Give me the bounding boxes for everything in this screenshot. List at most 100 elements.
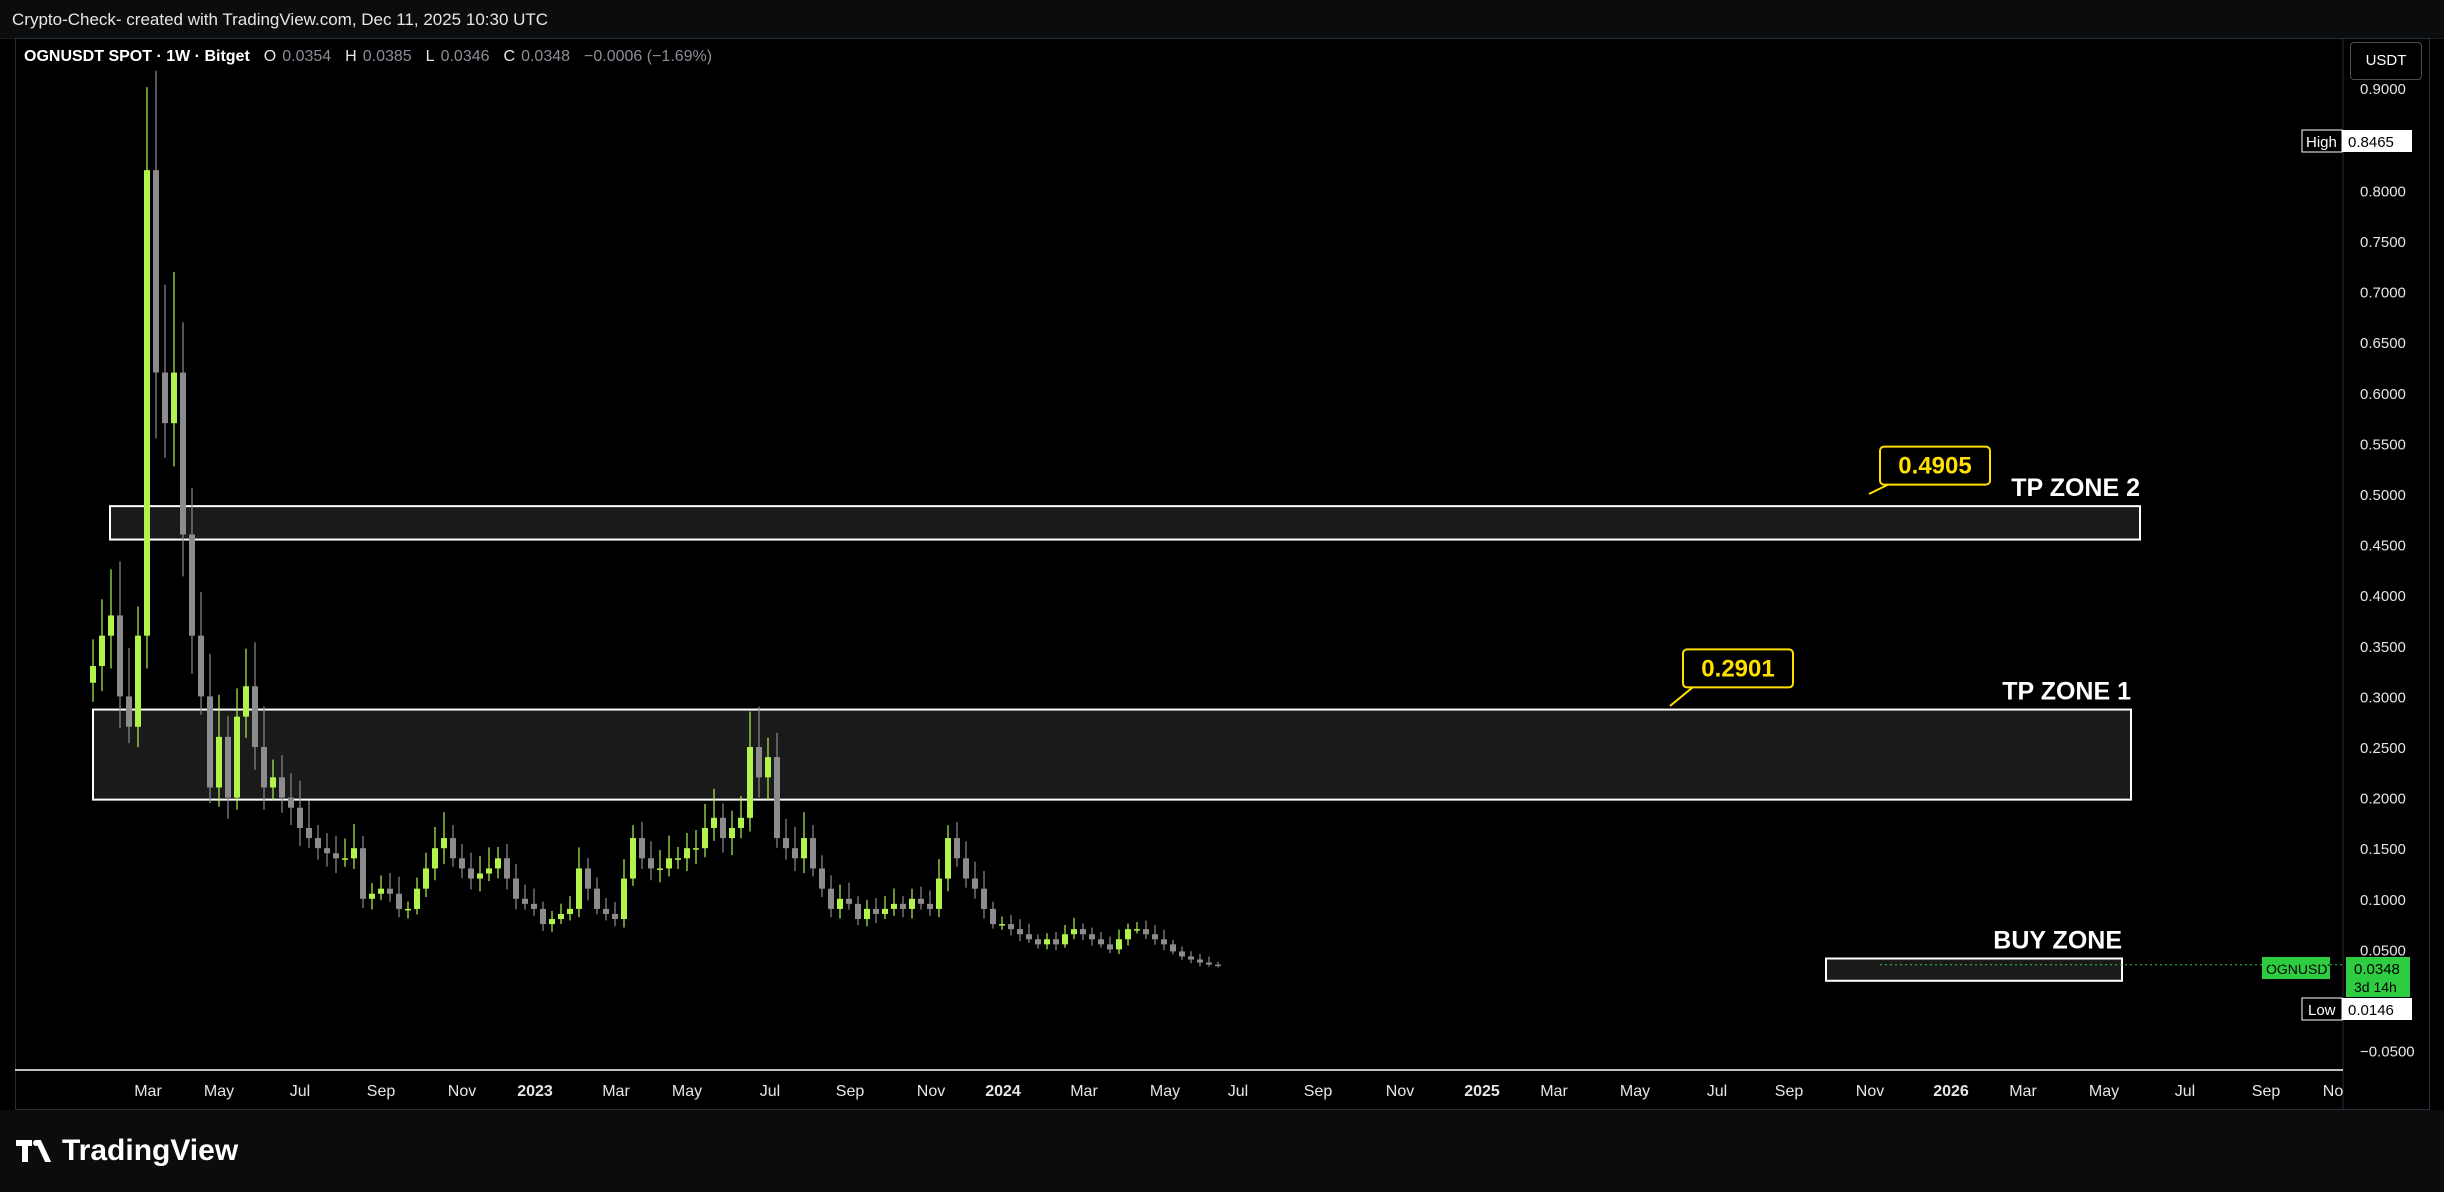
candle-down[interactable]	[1179, 951, 1185, 957]
candle-down[interactable]	[450, 838, 456, 859]
candle-down[interactable]	[279, 777, 285, 798]
candle-down[interactable]	[117, 615, 123, 697]
candle-down[interactable]	[1107, 944, 1113, 950]
candle-down[interactable]	[783, 838, 789, 849]
candle-down[interactable]	[981, 888, 987, 909]
candle-down[interactable]	[333, 853, 339, 859]
candle-up[interactable]	[738, 817, 744, 828]
candle-down[interactable]	[1170, 944, 1176, 952]
candle-down[interactable]	[1053, 939, 1059, 945]
candle-down[interactable]	[756, 747, 762, 778]
candle-down[interactable]	[585, 868, 591, 889]
candle-up[interactable]	[378, 888, 384, 894]
candle-down[interactable]	[828, 888, 834, 909]
candle-down[interactable]	[972, 878, 978, 889]
candle-up[interactable]	[549, 919, 555, 925]
candle-up[interactable]	[351, 848, 357, 859]
tradingview-logo[interactable]: TradingView	[16, 1134, 238, 1168]
candle-down[interactable]	[198, 635, 204, 697]
candle-down[interactable]	[810, 838, 816, 869]
candle-up[interactable]	[414, 888, 420, 909]
candle-up[interactable]	[891, 903, 897, 909]
candle-up[interactable]	[675, 858, 681, 860]
candle-up[interactable]	[801, 838, 807, 859]
candle-down[interactable]	[648, 858, 654, 869]
candle-up[interactable]	[945, 838, 951, 879]
candle-down[interactable]	[531, 903, 537, 909]
candle-down[interactable]	[324, 848, 330, 854]
candle-down[interactable]	[1080, 929, 1086, 935]
candle-up[interactable]	[135, 635, 141, 727]
currency-selector[interactable]: USDT	[2350, 42, 2422, 80]
candle-down[interactable]	[207, 696, 213, 788]
candle-down[interactable]	[387, 888, 393, 894]
candle-down[interactable]	[1197, 959, 1203, 963]
zone-rect[interactable]	[92, 708, 2132, 801]
candle-up[interactable]	[369, 893, 375, 899]
candle-down[interactable]	[1215, 964, 1221, 967]
candle-down[interactable]	[1143, 929, 1149, 935]
candle-up[interactable]	[1062, 934, 1068, 945]
candle-up[interactable]	[711, 817, 717, 828]
candle-down[interactable]	[963, 858, 969, 879]
candle-up[interactable]	[432, 848, 438, 869]
candle-down[interactable]	[1206, 962, 1212, 965]
candle-down[interactable]	[297, 807, 303, 828]
candle-down[interactable]	[819, 868, 825, 889]
candle-down[interactable]	[954, 838, 960, 859]
candle-down[interactable]	[603, 908, 609, 914]
candle-down[interactable]	[504, 858, 510, 879]
candle-down[interactable]	[540, 908, 546, 925]
candle-up[interactable]	[1071, 929, 1077, 935]
zone-rect[interactable]	[1825, 957, 2123, 982]
candle-down[interactable]	[774, 757, 780, 839]
candle-down[interactable]	[1017, 929, 1023, 935]
candle-up[interactable]	[684, 848, 690, 859]
candle-down[interactable]	[927, 903, 933, 909]
candle-up[interactable]	[423, 868, 429, 889]
candle-down[interactable]	[855, 903, 861, 920]
candle-down[interactable]	[459, 858, 465, 869]
candle-down[interactable]	[1161, 939, 1167, 945]
candle-up[interactable]	[882, 908, 888, 914]
candle-down[interactable]	[189, 534, 195, 636]
candle-down[interactable]	[396, 893, 402, 909]
candle-down[interactable]	[1188, 956, 1194, 960]
candle-up[interactable]	[243, 686, 249, 717]
candle-up[interactable]	[936, 878, 942, 909]
candle-up[interactable]	[1044, 939, 1050, 945]
candle-down[interactable]	[612, 913, 618, 920]
candle-up[interactable]	[999, 924, 1005, 926]
candle-up[interactable]	[441, 838, 447, 849]
candle-up[interactable]	[558, 913, 564, 920]
candle-down[interactable]	[594, 888, 600, 909]
candle-down[interactable]	[225, 736, 231, 798]
candle-up[interactable]	[108, 615, 114, 636]
candle-down[interactable]	[306, 827, 312, 839]
candle-down[interactable]	[918, 898, 924, 904]
candle-down[interactable]	[513, 878, 519, 899]
candle-down[interactable]	[162, 372, 168, 424]
candle-down[interactable]	[522, 898, 528, 904]
candle-down[interactable]	[990, 908, 996, 925]
candle-down[interactable]	[1098, 939, 1104, 945]
candle-up[interactable]	[144, 170, 150, 636]
candle-up[interactable]	[270, 777, 276, 788]
candle-down[interactable]	[1008, 924, 1014, 930]
candle-up[interactable]	[90, 666, 96, 683]
candle-up[interactable]	[693, 848, 699, 850]
candle-up[interactable]	[864, 908, 870, 920]
candle-down[interactable]	[873, 908, 879, 914]
candle-down[interactable]	[1089, 934, 1095, 940]
candle-down[interactable]	[1026, 934, 1032, 940]
candle-up[interactable]	[729, 827, 735, 839]
price-chart[interactable]: 0.9000 0.8000 0.7500 0.7000 0.6500 0.6000 0.55…	[0, 0, 2444, 1192]
candle-down[interactable]	[846, 898, 852, 904]
candle-up[interactable]	[630, 838, 636, 879]
candle-up[interactable]	[621, 878, 627, 920]
candle-up[interactable]	[99, 635, 105, 667]
candle-down[interactable]	[180, 372, 186, 535]
candle-up[interactable]	[342, 858, 348, 860]
candle-up[interactable]	[171, 372, 177, 424]
candle-up[interactable]	[234, 716, 240, 798]
